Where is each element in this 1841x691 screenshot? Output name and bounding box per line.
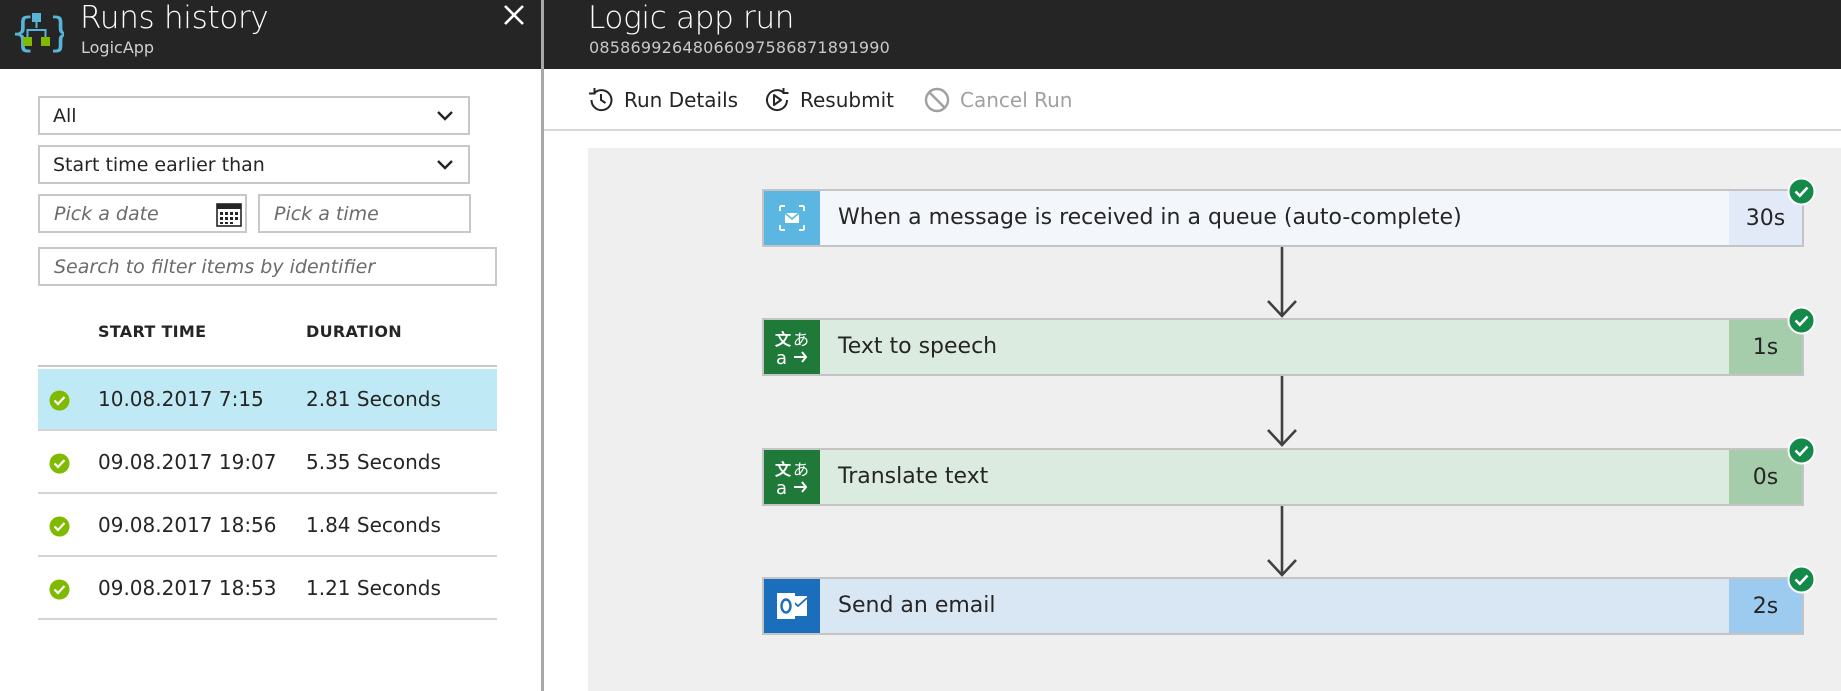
- svg-text:a: a: [776, 348, 787, 367]
- svg-text:あ: あ: [793, 330, 809, 349]
- run-start-time: 10.08.2017 7:15: [98, 387, 264, 411]
- run-duration: 1.84 Seconds: [306, 513, 441, 537]
- svg-text:あ: あ: [793, 460, 809, 479]
- logic-app-icon: { }: [10, 10, 64, 54]
- time-picker-input[interactable]: Pick a time: [258, 194, 471, 233]
- run-duration: 2.81 Seconds: [306, 387, 441, 411]
- success-icon: [49, 516, 70, 537]
- cancel-icon: [924, 87, 950, 113]
- calendar-icon[interactable]: [216, 201, 242, 227]
- resubmit-button[interactable]: Resubmit: [762, 83, 894, 117]
- search-placeholder: Search to filter items by identifier: [54, 256, 376, 278]
- run-row[interactable]: 10.08.2017 7:15 2.81 Seconds: [38, 369, 497, 431]
- success-check-icon: [1787, 565, 1816, 594]
- resubmit-icon: [766, 88, 789, 112]
- workflow-step-trigger[interactable]: When a message is received in a queue (a…: [762, 177, 1816, 247]
- time-filter-value: Start time earlier than: [53, 154, 265, 176]
- run-blade-title: Logic app run: [588, 0, 795, 36]
- column-header-duration[interactable]: DURATION: [306, 322, 402, 341]
- workflow-step-send-email[interactable]: Send an email 2s: [762, 565, 1816, 635]
- success-check-icon: [1787, 306, 1816, 335]
- run-id: 08586992648066097586871891990: [589, 38, 891, 57]
- workflow-step-translate-text[interactable]: 文 あ a Translate text 0s: [762, 436, 1816, 506]
- time-filter-select[interactable]: Start time earlier than: [38, 145, 470, 184]
- translator-icon: 文 あ a: [764, 450, 820, 504]
- run-start-time: 09.08.2017 19:07: [98, 450, 277, 474]
- svg-text:a: a: [776, 478, 787, 497]
- svg-text:{: {: [10, 10, 35, 54]
- run-blade-header: Logic app run 08586992648066097586871891…: [544, 0, 1841, 69]
- column-header-start-time[interactable]: START TIME: [98, 322, 206, 341]
- translator-icon: 文 あ a: [764, 320, 820, 374]
- success-check-icon: [1787, 436, 1816, 465]
- run-start-time: 09.08.2017 18:53: [98, 576, 277, 600]
- step-label: When a message is received in a queue (a…: [838, 205, 1462, 230]
- success-icon: [49, 579, 70, 600]
- command-toolbar: Run Details Resubmit Cancel Run: [544, 69, 1841, 131]
- date-placeholder: Pick a date: [54, 203, 159, 225]
- blade-title: Runs history: [80, 0, 269, 36]
- success-icon: [49, 390, 70, 411]
- success-check-icon: [1787, 177, 1816, 206]
- svg-text:文: 文: [775, 460, 792, 479]
- step-label: Text to speech: [838, 334, 998, 359]
- runs-table-header: START TIME DURATION: [38, 322, 497, 367]
- outlook-icon: [764, 579, 820, 633]
- run-details-label: Run Details: [624, 88, 739, 112]
- run-duration: 5.35 Seconds: [306, 450, 441, 474]
- flow-arrow-icon: [1267, 247, 1297, 318]
- status-filter-value: All: [53, 105, 77, 127]
- resubmit-label: Resubmit: [800, 88, 894, 112]
- svg-text:}: }: [48, 10, 64, 54]
- cancel-run-label: Cancel Run: [960, 88, 1073, 112]
- close-icon[interactable]: [499, 0, 529, 34]
- flow-arrow-icon: [1267, 506, 1297, 577]
- date-picker-input[interactable]: Pick a date: [38, 194, 247, 233]
- status-filter-select[interactable]: All: [38, 96, 470, 135]
- flow-arrow-icon: [1267, 376, 1297, 447]
- service-bus-icon: [764, 191, 820, 245]
- svg-text:文: 文: [775, 330, 792, 349]
- run-start-time: 09.08.2017 18:56: [98, 513, 277, 537]
- chevron-down-icon: [437, 111, 453, 121]
- blade-subtitle: LogicApp: [81, 38, 155, 57]
- run-row[interactable]: 09.08.2017 18:56 1.84 Seconds: [38, 495, 497, 557]
- run-row[interactable]: 09.08.2017 19:07 5.35 Seconds: [38, 432, 497, 494]
- time-placeholder: Pick a time: [274, 203, 379, 225]
- run-duration: 1.21 Seconds: [306, 576, 441, 600]
- search-input[interactable]: Search to filter items by identifier: [38, 247, 497, 286]
- step-label: Translate text: [838, 464, 989, 489]
- runs-history-header: { } Runs history LogicApp: [0, 0, 541, 69]
- run-row[interactable]: 09.08.2017 18:53 1.21 Seconds: [38, 558, 497, 620]
- chevron-down-icon: [437, 160, 453, 170]
- run-details-button[interactable]: Run Details: [586, 83, 738, 117]
- cancel-run-button[interactable]: Cancel Run: [922, 83, 1072, 117]
- workflow-step-text-to-speech[interactable]: 文 あ a Text to speech 1s: [762, 306, 1816, 376]
- step-label: Send an email: [838, 593, 996, 618]
- history-icon: [589, 88, 613, 112]
- success-icon: [49, 453, 70, 474]
- runs-history-blade: { } Runs history LogicApp All Start time…: [0, 0, 541, 691]
